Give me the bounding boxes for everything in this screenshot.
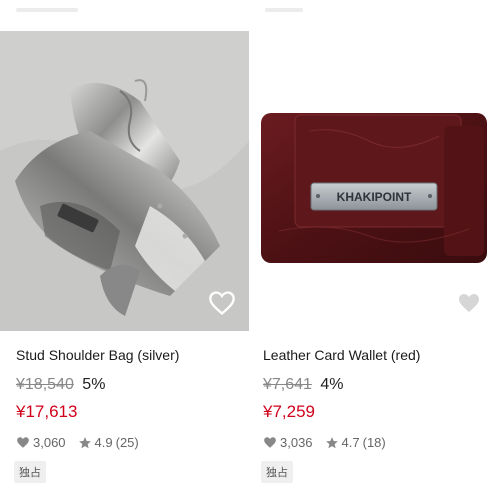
heart-outline-icon — [209, 291, 235, 316]
sale-price: ¥17,613 — [16, 402, 78, 421]
exclusive-badge: 独占 — [14, 461, 46, 483]
price-line: ¥7,641 4% — [263, 376, 344, 394]
rating-value: 4.7 — [341, 435, 360, 450]
price-line: ¥18,540 5% — [16, 376, 105, 394]
product-title[interactable]: Stud Shoulder Bag (silver) — [16, 347, 179, 363]
original-price: ¥7,641 — [263, 376, 312, 393]
exclusive-badge: 独占 — [261, 461, 293, 483]
product-title[interactable]: Leather Card Wallet (red) — [263, 347, 420, 363]
star-icon — [78, 436, 91, 448]
favorite-button[interactable] — [454, 289, 484, 317]
product-card-shoulder-bag[interactable]: Stud Shoulder Bag (silver) ¥18,540 5% ¥1… — [0, 31, 249, 498]
review-count: (25) — [115, 435, 139, 450]
heart-icon — [17, 437, 29, 448]
rating-value: 4.9 — [94, 435, 113, 450]
star-icon — [325, 436, 338, 448]
like-count: 3,036 — [280, 435, 313, 450]
heart-icon — [264, 437, 276, 448]
favorite-button[interactable] — [207, 289, 237, 317]
product-image-card-wallet[interactable]: KHAKIPOINT — [249, 31, 498, 331]
top-divider-left — [16, 8, 78, 12]
top-divider-right — [265, 8, 303, 12]
original-price: ¥18,540 — [16, 376, 74, 393]
product-stats: 3,060 4.9 (25) — [16, 435, 139, 450]
product-image-shoulder-bag[interactable] — [0, 31, 249, 331]
wallet-plate-text: KHAKIPOINT — [337, 190, 412, 204]
sale-price: ¥7,259 — [263, 402, 315, 421]
discount-percent: 4% — [320, 376, 344, 393]
heart-icon — [459, 294, 479, 312]
product-card-card-wallet[interactable]: KHAKIPOINT Leather Card Wallet (red) ¥7,… — [249, 31, 498, 498]
review-count: (18) — [362, 435, 386, 450]
discount-percent: 5% — [82, 376, 106, 393]
like-count: 3,060 — [33, 435, 66, 450]
card-wallet-illustration: KHAKIPOINT — [261, 113, 487, 263]
product-stats: 3,036 4.7 (18) — [263, 435, 386, 450]
shoulder-bag-illustration — [0, 31, 249, 331]
